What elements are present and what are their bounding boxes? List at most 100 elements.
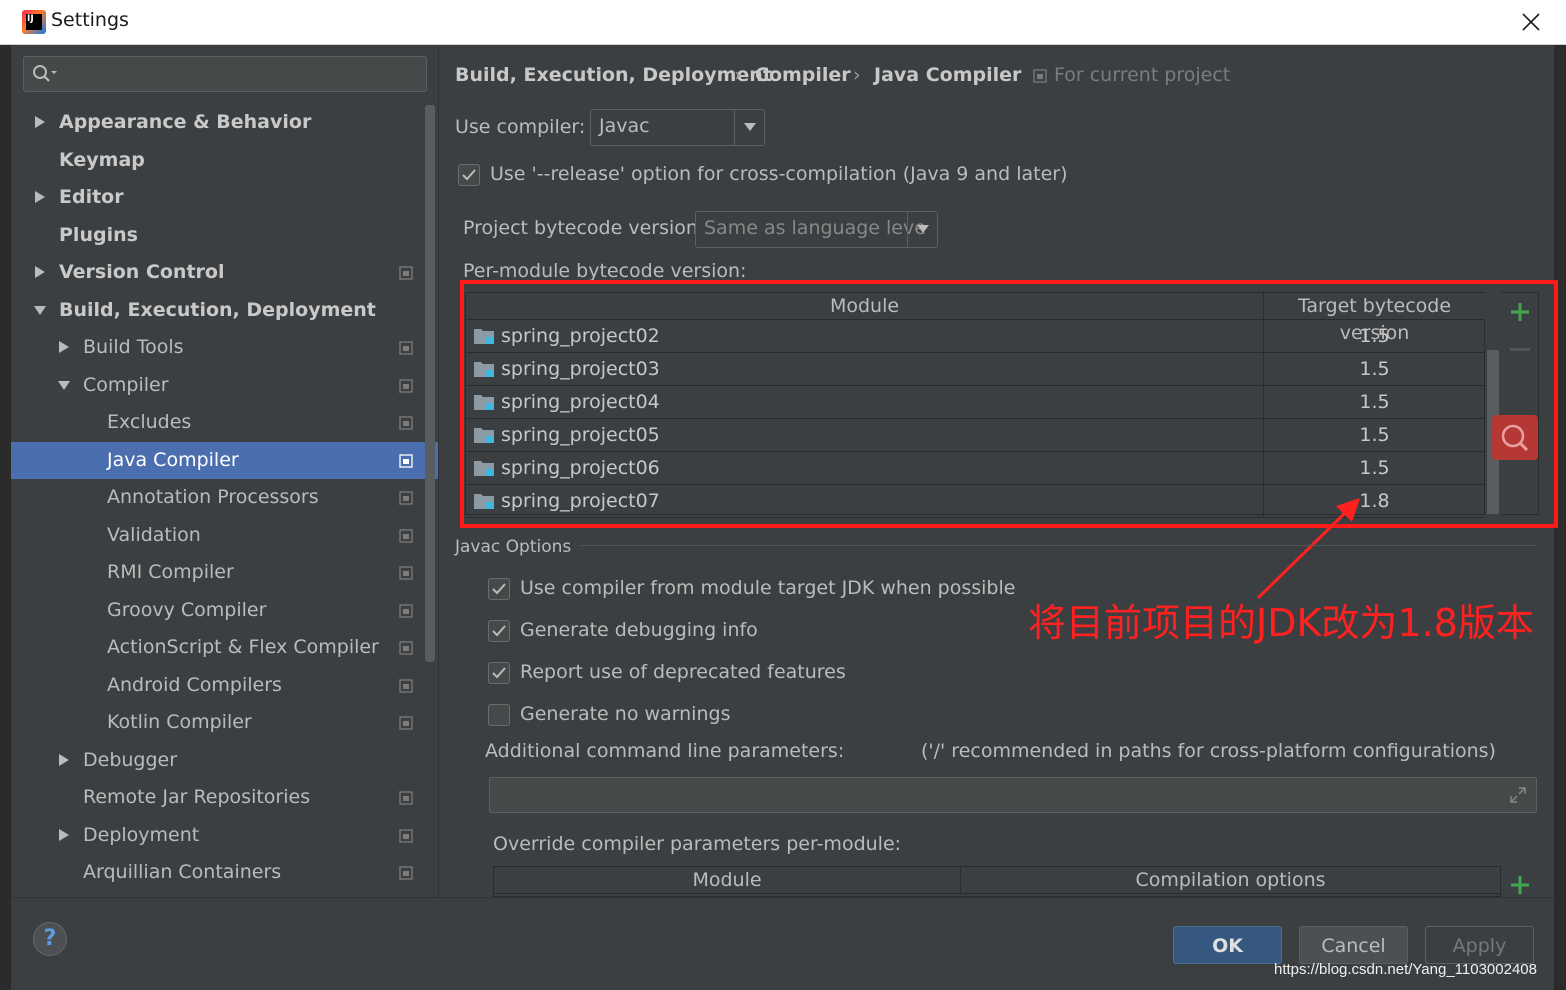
sidebar-item-label: Deployment: [83, 823, 200, 846]
sidebar-item-build-execution-deployment[interactable]: Build, Execution, Deployment: [11, 292, 438, 329]
sidebar-item-label: Appearance & Behavior: [59, 111, 312, 133]
additional-params-input[interactable]: [489, 777, 1537, 813]
cancel-button[interactable]: Cancel: [1299, 926, 1408, 964]
project-scope-icon: [399, 528, 413, 543]
project-scope-icon: [399, 716, 413, 730]
chevron-right-icon[interactable]: [33, 115, 47, 129]
breadcrumb-separator: ›: [734, 64, 742, 86]
sidebar-item-appearance-behavior[interactable]: Appearance & Behavior: [11, 104, 438, 141]
intellij-logo-icon: IJ: [22, 10, 46, 34]
override-params-label: Override compiler parameters per-module:: [493, 833, 902, 855]
sidebar-scrollbar[interactable]: [425, 105, 435, 662]
window-titlebar: [0, 0, 1566, 45]
chevron-down-icon[interactable]: [57, 378, 71, 392]
project-scope-icon: [399, 566, 413, 580]
sidebar-item-rmi-compiler[interactable]: RMI Compiler: [11, 554, 438, 591]
debugging-info-checkbox[interactable]: [488, 620, 510, 642]
sidebar-item-editor[interactable]: Editor: [11, 179, 438, 216]
no-warnings-checkbox[interactable]: [488, 704, 510, 726]
project-scope-icon: [399, 828, 413, 843]
sidebar-item-label: Keymap: [59, 148, 145, 171]
chevron-right-icon[interactable]: [57, 340, 71, 354]
checkmark-icon: [492, 583, 506, 595]
apply-button[interactable]: Apply: [1425, 926, 1534, 964]
javac-options-section-label: Javac Options: [455, 537, 572, 557]
sidebar-item-groovy-compiler[interactable]: Groovy Compiler: [11, 592, 438, 629]
project-scope-icon: [399, 453, 413, 468]
search-icon: [33, 65, 57, 82]
use-target-jdk-checkbox[interactable]: [488, 578, 510, 600]
sidebar-item-label: Arquillian Containers: [83, 861, 282, 883]
project-scope-icon: [399, 378, 413, 393]
chevron-down-icon[interactable]: [33, 303, 47, 317]
release-option-label: Use '--release' option for cross-compila…: [490, 163, 1068, 185]
window-title: Settings: [51, 9, 129, 31]
column-header-compilation-options[interactable]: Compilation options: [960, 867, 1500, 894]
expand-icon[interactable]: [1508, 785, 1528, 805]
sidebar-item-build-tools[interactable]: Build Tools: [11, 329, 438, 366]
debugging-info-label: Generate debugging info: [520, 619, 758, 641]
sidebar-item-arquillian-containers[interactable]: Arquillian Containers: [11, 854, 438, 891]
close-icon[interactable]: [1515, 6, 1547, 38]
additional-params-hint: ('/' recommended in paths for cross-plat…: [921, 740, 1496, 762]
watermark-text: https://blog.csdn.net/Yang_1103002408: [1274, 961, 1537, 978]
override-params-table: Module Compilation options: [493, 866, 1501, 897]
breadcrumb-build-execution[interactable]: Build, Execution, Deployment: [455, 64, 772, 86]
sidebar-item-debugger[interactable]: Debugger: [11, 742, 438, 779]
chevron-right-icon[interactable]: [57, 828, 71, 842]
dropdown-arrow-icon[interactable]: [734, 110, 764, 145]
sidebar-item-deployment[interactable]: Deployment: [11, 817, 438, 854]
sidebar-item-label: Build Tools: [83, 336, 184, 358]
project-scope-icon: [399, 341, 413, 355]
project-scope-icon: [399, 791, 413, 805]
project-scope-icon: [399, 603, 413, 618]
breadcrumb-java-compiler: Java Compiler: [874, 64, 1022, 86]
no-warnings-label: Generate no warnings: [520, 703, 731, 725]
deprecated-features-checkbox[interactable]: [488, 662, 510, 684]
checkmark-icon: [492, 625, 506, 637]
breadcrumb-compiler[interactable]: Compiler: [755, 64, 851, 86]
sidebar-item-actionscript-flex-compiler[interactable]: ActionScript & Flex Compiler: [11, 629, 438, 666]
chevron-right-icon[interactable]: [57, 753, 71, 767]
sidebar-item-label: Remote Jar Repositories: [83, 786, 311, 808]
section-divider: [580, 545, 1536, 546]
sidebar-item-version-control[interactable]: Version Control: [11, 254, 438, 291]
project-scope-icon: [399, 266, 413, 280]
sidebar-item-label: Excludes: [107, 411, 192, 433]
chevron-right-icon[interactable]: [33, 190, 47, 204]
release-option-checkbox[interactable]: [458, 164, 480, 186]
dropdown-arrow-icon[interactable]: [907, 212, 937, 247]
sidebar-item-remote-jar-repositories[interactable]: Remote Jar Repositories: [11, 779, 438, 816]
ok-button[interactable]: OK: [1173, 926, 1282, 964]
sidebar-item-keymap[interactable]: Keymap: [11, 142, 438, 179]
settings-search-input[interactable]: [23, 56, 427, 92]
add-icon[interactable]: [1508, 873, 1532, 897]
project-scope-icon: [399, 866, 413, 880]
sidebar-item-label: Build, Execution, Deployment: [59, 298, 376, 321]
background-window-edge: [0, 45, 11, 990]
sidebar-item-validation[interactable]: Validation: [11, 517, 438, 554]
sidebar-item-excludes[interactable]: Excludes: [11, 404, 438, 441]
project-scope-icon: [399, 641, 413, 655]
column-header-module[interactable]: Module: [494, 867, 960, 894]
sidebar-item-plugins[interactable]: Plugins: [11, 217, 438, 254]
sidebar-item-java-compiler[interactable]: Java Compiler: [11, 441, 438, 479]
project-scope-icon: [1033, 69, 1047, 83]
sidebar-item-label: ActionScript & Flex Compiler: [107, 636, 379, 658]
sidebar-item-label: Version Control: [59, 261, 225, 283]
sidebar-item-kotlin-compiler[interactable]: Kotlin Compiler: [11, 704, 438, 741]
sidebar-item-label: Java Compiler: [107, 448, 239, 471]
sidebar-item-compiler[interactable]: Compiler: [11, 367, 438, 404]
chevron-right-icon[interactable]: [33, 265, 47, 279]
additional-params-label: Additional command line parameters:: [485, 740, 845, 762]
help-button[interactable]: ?: [33, 922, 67, 956]
checkmark-icon: [492, 667, 506, 679]
sidebar-item-annotation-processors[interactable]: Annotation Processors: [11, 479, 438, 516]
use-compiler-combo[interactable]: Javac: [590, 109, 765, 146]
sidebar-item-label: Android Compilers: [107, 673, 282, 696]
sidebar-item-android-compilers[interactable]: Android Compilers: [11, 667, 438, 704]
project-bytecode-combo[interactable]: Same as language leve: [695, 211, 938, 248]
use-compiler-label: Use compiler:: [455, 116, 586, 138]
sidebar-item-label: Debugger: [83, 748, 178, 771]
use-compiler-value: Javac: [599, 115, 650, 137]
